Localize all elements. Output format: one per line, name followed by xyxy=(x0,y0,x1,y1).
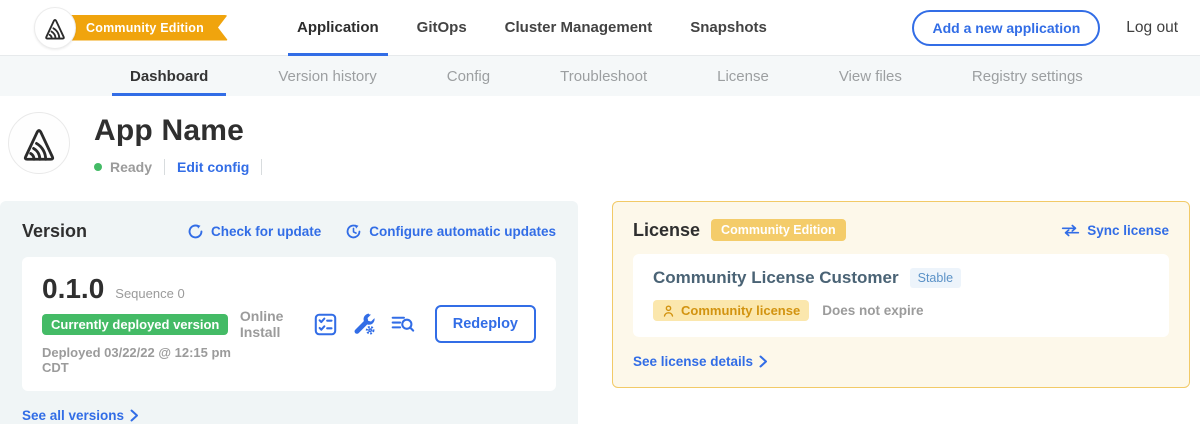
config-button[interactable] xyxy=(352,312,376,336)
tab-registry-settings[interactable]: Registry settings xyxy=(954,56,1101,96)
app-status-row: Ready Edit config xyxy=(94,159,262,175)
license-details-panel: Community License Customer Stable Commun… xyxy=(633,254,1169,337)
sequence-label: Sequence 0 xyxy=(115,286,184,301)
sync-arrows-icon xyxy=(1061,224,1080,237)
tab-license[interactable]: License xyxy=(699,56,787,96)
page-title: App Name xyxy=(94,114,262,148)
redeploy-button[interactable]: Redeploy xyxy=(435,305,536,343)
app-sub-nav: Dashboard Version history Config Trouble… xyxy=(0,56,1200,96)
chevron-right-icon xyxy=(130,409,139,422)
deploy-logs-button[interactable] xyxy=(391,314,415,334)
tab-dashboard[interactable]: Dashboard xyxy=(112,56,226,96)
version-number: 0.1.0 xyxy=(42,273,104,305)
current-version-info: 0.1.0 Sequence 0 Currently deployed vers… xyxy=(42,273,240,375)
logs-search-icon xyxy=(391,314,415,334)
version-card: Version Check for update xyxy=(0,201,578,424)
community-edition-ribbon: Community Edition xyxy=(60,15,228,41)
version-card-title: Version xyxy=(22,221,87,242)
person-icon xyxy=(662,304,675,318)
preflight-checks-button[interactable] xyxy=(314,313,337,336)
channel-badge: Stable xyxy=(910,268,961,288)
top-nav: Community Edition Application GitOps Clu… xyxy=(0,0,1200,56)
customer-name: Community License Customer xyxy=(653,268,899,288)
license-card-title: License xyxy=(633,220,700,241)
add-new-application-button[interactable]: Add a new application xyxy=(912,10,1100,46)
sync-license-link[interactable]: Sync license xyxy=(1061,223,1169,238)
wrench-gear-icon xyxy=(352,312,376,336)
chevron-right-icon xyxy=(759,355,768,368)
license-card-header: License Community Edition Sync license xyxy=(633,219,1169,241)
version-card-header: Version Check for update xyxy=(22,221,556,242)
current-version-panel: 0.1.0 Sequence 0 Currently deployed vers… xyxy=(22,257,556,391)
app-header: App Name Ready Edit config xyxy=(0,96,1200,175)
check-for-update-link[interactable]: Check for update xyxy=(187,223,321,240)
edit-config-link[interactable]: Edit config xyxy=(177,159,249,175)
tab-config[interactable]: Config xyxy=(429,56,508,96)
nav-item-cluster-management[interactable]: Cluster Management xyxy=(486,0,672,55)
replicated-mark-icon xyxy=(19,123,59,163)
see-all-versions-link[interactable]: See all versions xyxy=(22,408,556,423)
tab-version-history[interactable]: Version history xyxy=(260,56,394,96)
checklist-icon xyxy=(314,313,337,336)
version-actions: Online Install xyxy=(240,305,536,343)
top-nav-links: Application GitOps Cluster Management Sn… xyxy=(278,0,786,55)
divider xyxy=(261,159,262,175)
install-type-label: Online Install xyxy=(240,308,296,340)
nav-item-gitops[interactable]: GitOps xyxy=(398,0,486,55)
configure-automatic-updates-link[interactable]: Configure automatic updates xyxy=(345,223,556,240)
version-card-actions: Check for update Configure automatic upd… xyxy=(187,223,556,240)
app-header-text: App Name Ready Edit config xyxy=(94,112,262,175)
community-edition-badge: Community Edition xyxy=(711,219,846,241)
status-badge: Ready xyxy=(110,159,152,175)
brand: Community Edition xyxy=(34,7,228,49)
see-license-details-link[interactable]: See license details xyxy=(633,354,1169,369)
brand-logo xyxy=(34,7,76,49)
app-avatar xyxy=(8,112,70,174)
nav-item-application[interactable]: Application xyxy=(278,0,398,55)
tab-view-files[interactable]: View files xyxy=(821,56,920,96)
nav-item-snapshots[interactable]: Snapshots xyxy=(671,0,786,55)
clock-refresh-icon xyxy=(345,223,362,240)
logout-button[interactable]: Log out xyxy=(1126,19,1178,37)
license-expiry: Does not expire xyxy=(822,303,923,318)
license-type-badge: Community license xyxy=(653,300,809,321)
replicated-mark-icon xyxy=(42,15,68,41)
refresh-icon xyxy=(187,223,204,240)
deployed-timestamp: Deployed 03/22/22 @ 12:15 pm CDT xyxy=(42,345,240,375)
top-nav-right: Add a new application Log out xyxy=(912,10,1178,46)
divider xyxy=(164,159,165,175)
dashboard-cards: Version Check for update xyxy=(0,201,1200,424)
status-dot xyxy=(94,163,102,171)
license-card: License Community Edition Sync license C… xyxy=(612,201,1190,388)
tab-troubleshoot[interactable]: Troubleshoot xyxy=(542,56,665,96)
currently-deployed-badge: Currently deployed version xyxy=(42,314,228,335)
